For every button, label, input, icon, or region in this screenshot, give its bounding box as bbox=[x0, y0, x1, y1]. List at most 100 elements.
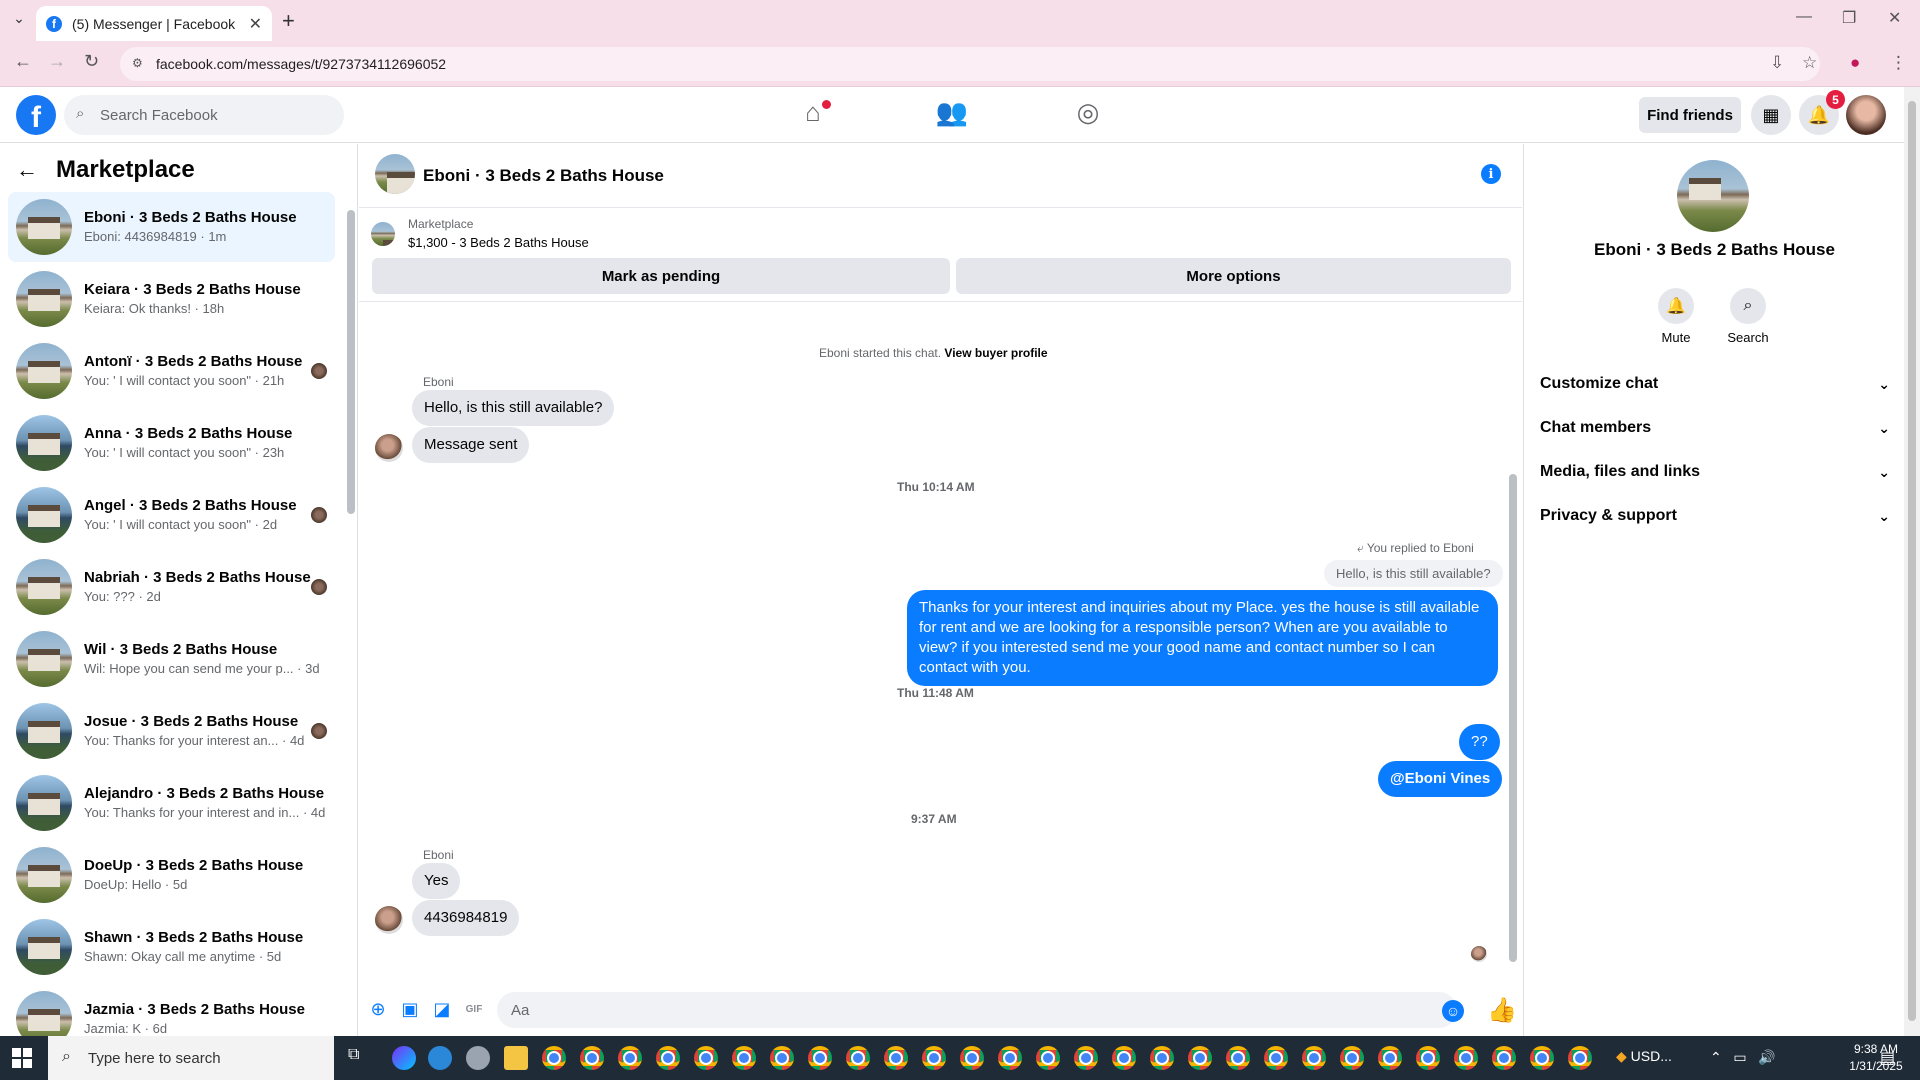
conversation-item[interactable]: Anna · 3 Beds 2 Baths House You: ' I will… bbox=[8, 408, 335, 478]
conversation-item[interactable]: Nabriah · 3 Beds 2 Baths House You: ??? ·… bbox=[8, 552, 335, 622]
system-tray[interactable]: ⌃ ▭ 🔊 bbox=[1710, 1049, 1776, 1066]
tab-search-icon[interactable]: ⌄ bbox=[8, 10, 30, 32]
chrome-icon[interactable] bbox=[1112, 1046, 1136, 1070]
incoming-message[interactable]: Message sent bbox=[412, 427, 530, 463]
chrome-icon[interactable] bbox=[1492, 1046, 1516, 1070]
search-action[interactable]: ⌕ Search bbox=[1718, 288, 1778, 345]
thumbs-up-icon[interactable]: 👍 bbox=[1487, 996, 1517, 1025]
app-icon[interactable] bbox=[428, 1046, 452, 1070]
chrome-icon[interactable] bbox=[960, 1046, 984, 1070]
task-view-icon[interactable]: ⧉ bbox=[348, 1046, 372, 1070]
conversation-item[interactable]: Angel · 3 Beds 2 Baths House You: ' I wil… bbox=[8, 480, 335, 550]
friends-icon[interactable]: 👥 bbox=[932, 97, 972, 133]
chrome-icon[interactable] bbox=[998, 1046, 1022, 1070]
chrome-icon[interactable] bbox=[1264, 1046, 1288, 1070]
tray-chevron-icon[interactable]: ⌃ bbox=[1710, 1049, 1722, 1065]
privacy-support-row[interactable]: Privacy & support ⌄ bbox=[1540, 498, 1890, 534]
bookmark-star-icon[interactable]: ☆ bbox=[1802, 53, 1817, 73]
restore-icon[interactable]: ❐ bbox=[1842, 8, 1856, 28]
chrome-icon[interactable] bbox=[1226, 1046, 1250, 1070]
attach-image-icon[interactable]: ▣ bbox=[399, 998, 421, 1020]
chrome-icon[interactable] bbox=[1568, 1046, 1592, 1070]
find-friends-button[interactable]: Find friends bbox=[1639, 97, 1741, 133]
sender-avatar[interactable] bbox=[375, 906, 403, 934]
sticker-icon[interactable]: ◪ bbox=[431, 998, 453, 1020]
chrome-icon[interactable] bbox=[922, 1046, 946, 1070]
incoming-message[interactable]: Hello, is this still available? bbox=[412, 390, 615, 426]
conversation-item[interactable]: Antonï · 3 Beds 2 Baths House You: ' I wi… bbox=[8, 336, 335, 406]
copilot-icon[interactable] bbox=[392, 1046, 416, 1070]
taskbar-clock[interactable]: 9:38 AM 1/31/2025 bbox=[1846, 1041, 1906, 1075]
conversation-item[interactable]: Alejandro · 3 Beds 2 Baths House You: Tha… bbox=[8, 768, 335, 838]
sender-avatar[interactable] bbox=[375, 434, 403, 462]
reload-icon[interactable]: ↻ bbox=[84, 51, 99, 72]
minimize-icon[interactable]: — bbox=[1796, 8, 1812, 26]
chrome-icon[interactable] bbox=[1302, 1046, 1326, 1070]
new-tab-icon[interactable]: + bbox=[282, 8, 295, 34]
browser-profile-icon[interactable]: ● bbox=[1850, 53, 1860, 73]
chrome-icon[interactable] bbox=[1188, 1046, 1212, 1070]
taskbar-search[interactable]: ⌕ Type here to search bbox=[48, 1036, 334, 1080]
incoming-message[interactable]: 4436984819 bbox=[412, 900, 520, 936]
mute-action[interactable]: 🔔 Mute bbox=[1646, 288, 1706, 345]
chrome-icon[interactable] bbox=[1378, 1046, 1402, 1070]
message-input[interactable] bbox=[497, 992, 1457, 1028]
menu-grid-icon[interactable]: ▦ bbox=[1751, 95, 1791, 135]
chrome-icon[interactable] bbox=[1530, 1046, 1554, 1070]
network-icon[interactable]: ▭ bbox=[1733, 1049, 1746, 1065]
chat-scrollbar[interactable] bbox=[1507, 304, 1519, 972]
conversation-item[interactable]: DoeUp · 3 Beds 2 Baths House DoeUp: Hello… bbox=[8, 840, 335, 910]
conversation-item[interactable]: Josue · 3 Beds 2 Baths House You: Thanks … bbox=[8, 696, 335, 766]
windows-start-icon[interactable] bbox=[12, 1048, 32, 1068]
scrollbar-thumb[interactable] bbox=[1908, 101, 1916, 1021]
browser-tab[interactable]: f (5) Messenger | Facebook ✕ bbox=[36, 6, 272, 41]
conversation-item[interactable]: Jazmia · 3 Beds 2 Baths House Jazmia: K ·… bbox=[8, 984, 335, 1036]
site-info-icon[interactable]: ⚙ bbox=[132, 56, 143, 70]
conversation-item[interactable]: Keiara · 3 Beds 2 Baths House Keiara: Ok … bbox=[8, 264, 335, 334]
chrome-icon[interactable] bbox=[808, 1046, 832, 1070]
browser-menu-icon[interactable]: ⋮ bbox=[1890, 53, 1907, 73]
tab-close-icon[interactable]: ✕ bbox=[249, 14, 262, 34]
conversation-item[interactable]: Eboni · 3 Beds 2 Baths House Eboni: 44369… bbox=[8, 192, 335, 262]
chrome-icon[interactable] bbox=[732, 1046, 756, 1070]
page-scrollbar[interactable] bbox=[1904, 87, 1920, 1036]
conversation-item[interactable]: Wil · 3 Beds 2 Baths House Wil: Hope you … bbox=[8, 624, 335, 694]
chrome-icon[interactable] bbox=[694, 1046, 718, 1070]
chrome-icon[interactable] bbox=[1454, 1046, 1478, 1070]
back-icon[interactable]: ← bbox=[14, 51, 32, 72]
chat-title[interactable]: Eboni · 3 Beds 2 Baths House bbox=[423, 166, 664, 186]
more-options-button[interactable]: More options bbox=[956, 258, 1511, 294]
listing-description[interactable]: $1,300 - 3 Beds 2 Baths House bbox=[408, 235, 589, 250]
outgoing-message[interactable]: ?? bbox=[1459, 724, 1500, 760]
outgoing-message[interactable]: Thanks for your interest and inquiries a… bbox=[907, 590, 1498, 686]
view-buyer-profile-link[interactable]: View buyer profile bbox=[944, 346, 1047, 360]
chat-members-row[interactable]: Chat members ⌄ bbox=[1540, 410, 1890, 446]
volume-icon[interactable]: 🔊 bbox=[1758, 1049, 1775, 1065]
back-arrow-icon[interactable]: ← bbox=[16, 157, 38, 183]
emoji-icon[interactable]: ☺ bbox=[1442, 1000, 1464, 1022]
chrome-icon[interactable] bbox=[770, 1046, 794, 1070]
chrome-icon[interactable] bbox=[884, 1046, 908, 1070]
url-field[interactable]: ⚙ facebook.com/messages/t/92737341126960… bbox=[120, 47, 1820, 81]
action-center-icon[interactable]: ▤ bbox=[1880, 1048, 1895, 1068]
customize-chat-row[interactable]: Customize chat ⌄ bbox=[1540, 366, 1890, 402]
chrome-icon[interactable] bbox=[1340, 1046, 1364, 1070]
window-close-icon[interactable]: ✕ bbox=[1888, 8, 1901, 28]
conversation-item[interactable]: Shawn · 3 Beds 2 Baths House Shawn: Okay … bbox=[8, 912, 335, 982]
chrome-icon[interactable] bbox=[1074, 1046, 1098, 1070]
sidebar-scrollbar[interactable] bbox=[346, 196, 356, 1036]
taskbar-weather[interactable]: ◆ USD... bbox=[1616, 1048, 1672, 1065]
gif-icon[interactable]: GIF bbox=[463, 998, 485, 1020]
chrome-icon[interactable] bbox=[580, 1046, 604, 1070]
chrome-icon[interactable] bbox=[1416, 1046, 1440, 1070]
outgoing-message[interactable]: @Eboni Vines bbox=[1378, 761, 1503, 797]
chrome-icon[interactable] bbox=[1150, 1046, 1174, 1070]
mark-as-pending-button[interactable]: Mark as pending bbox=[372, 258, 950, 294]
plus-circle-icon[interactable]: ⊕ bbox=[367, 998, 389, 1020]
incoming-message[interactable]: Yes bbox=[412, 863, 461, 899]
scrollbar-thumb[interactable] bbox=[1509, 474, 1517, 962]
chat-avatar[interactable] bbox=[375, 154, 415, 194]
app-icon[interactable] bbox=[466, 1046, 490, 1070]
quoted-reply[interactable]: Hello, is this still available? bbox=[1324, 560, 1503, 587]
chrome-icon[interactable] bbox=[656, 1046, 680, 1070]
